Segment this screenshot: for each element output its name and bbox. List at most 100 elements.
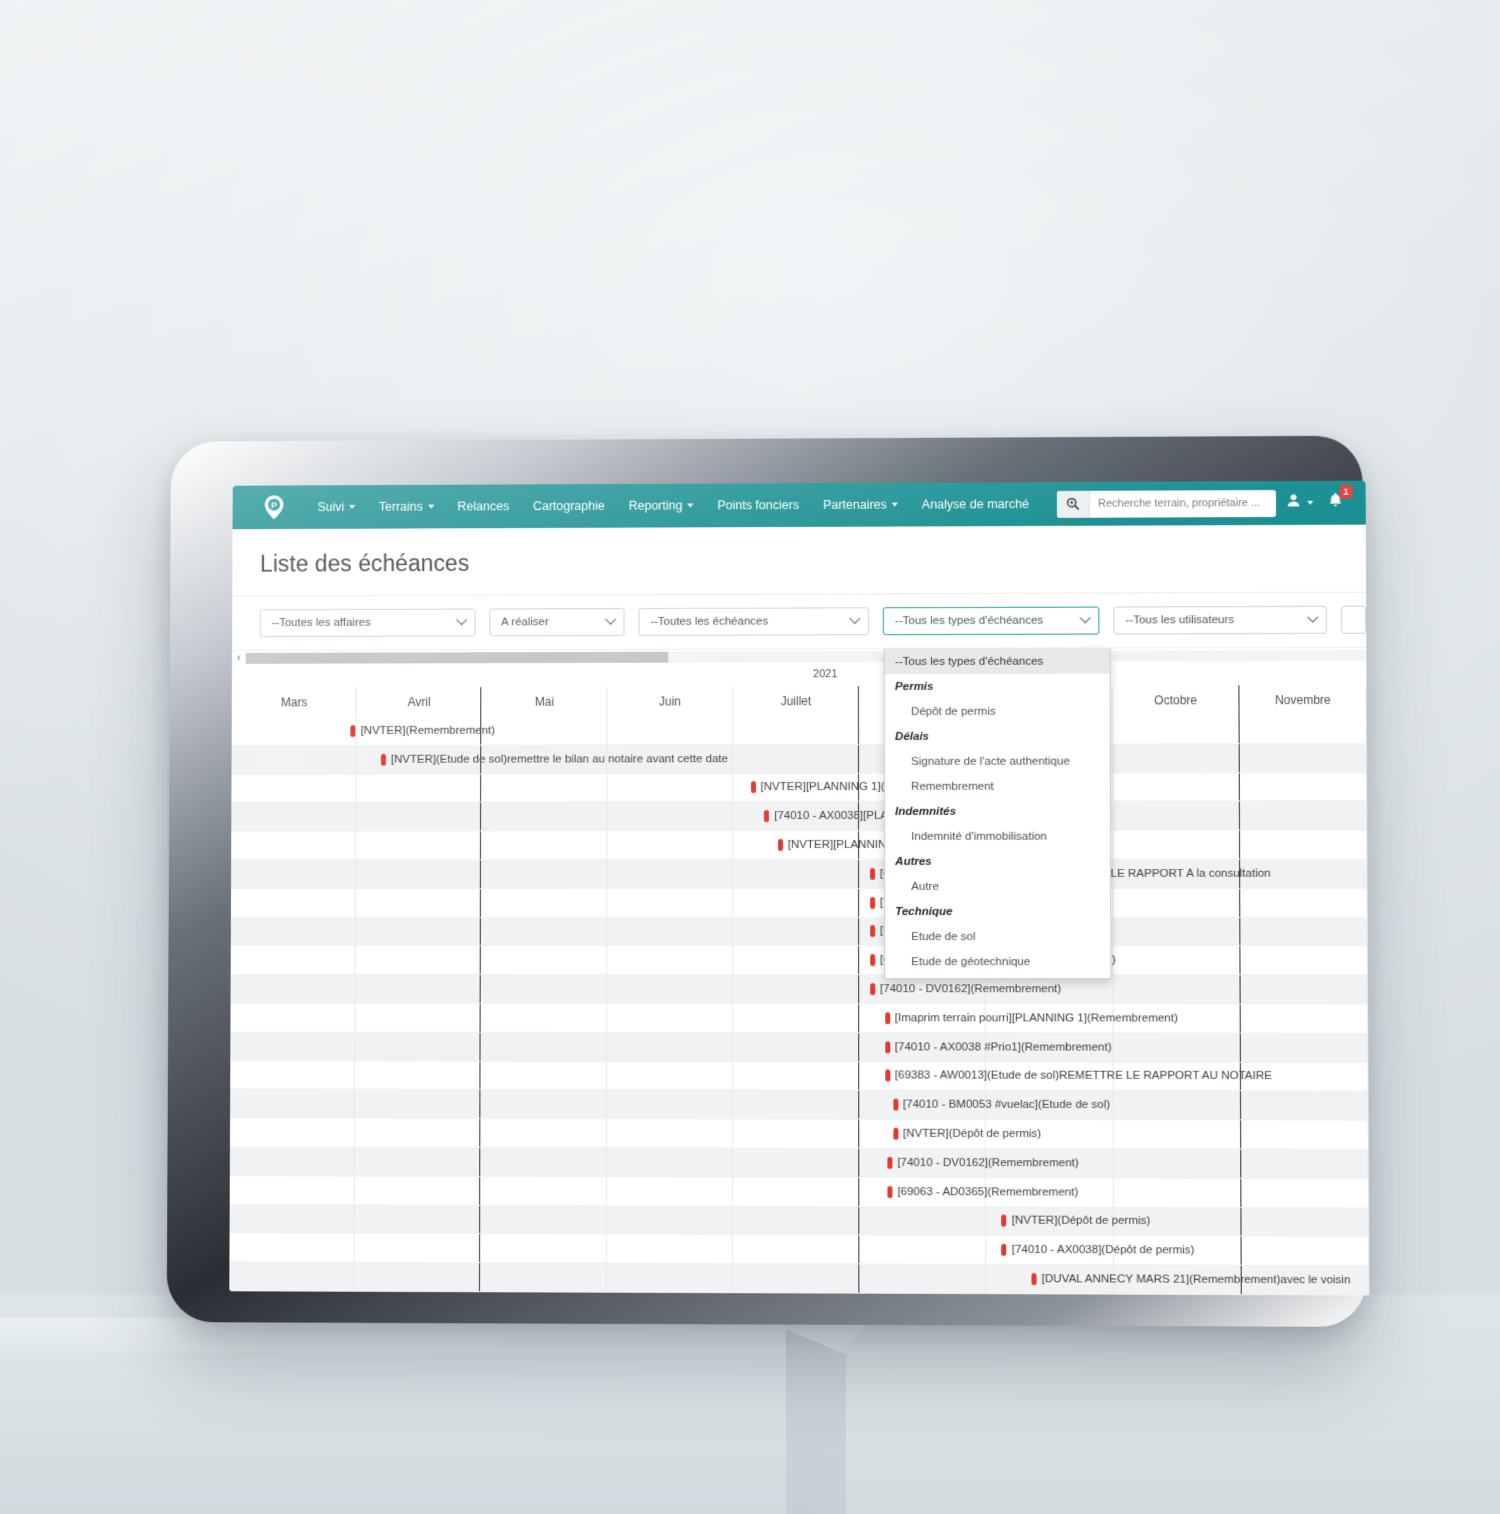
timeline-row[interactable]: [69063 - AD0365](Remembrement) — [229, 1176, 1370, 1209]
nav-item-cartographie[interactable]: Cartographie — [521, 493, 617, 519]
timeline-row[interactable]: [NVTER](Etude de sol)(Remembrement) — [230, 917, 1368, 947]
scrollbar-thumb[interactable] — [245, 651, 669, 664]
timeline-task[interactable]: [NVTER](Etude de sol)remettre le bilan a… — [381, 753, 728, 766]
grid-col — [732, 1004, 860, 1033]
nav-label: Partenaires — [822, 497, 887, 512]
chevron-down-icon — [455, 614, 468, 626]
grid-col — [481, 975, 607, 1003]
dropdown-option-signature-acte-authentique[interactable]: Signature de l'acte authentique — [885, 749, 1110, 774]
timeline-row[interactable]: [74010 - DV0162](Remembrement) — [229, 1147, 1369, 1179]
timeline-row[interactable]: [NVTER][PLANNING 1](Remembrement) — [231, 772, 1368, 804]
dropdown-option-all[interactable]: --Tous les types d'échéances — [884, 648, 1110, 675]
timeline-row[interactable]: [74010 - AX0038][PLANNING 1](Remembremen… — [231, 801, 1368, 832]
grid-col — [480, 1090, 607, 1119]
timeline-row[interactable]: [NVTER](Etude de sol)remettre le bilan a… — [231, 743, 1368, 775]
dropdown-option-etude-de-sol[interactable]: Etude de sol — [885, 924, 1110, 949]
grid-col — [1112, 715, 1240, 744]
filter-echeances-select[interactable]: --Toutes les échéances — [638, 607, 869, 636]
timeline-task[interactable]: [NVTER](Dépôt de permis) — [892, 1127, 1041, 1140]
nav-item-suivi[interactable]: Suivi — [306, 494, 367, 520]
page-title: Liste des échéances — [259, 550, 470, 577]
page-content: Liste des échéances --Toutes les affaire… — [229, 524, 1370, 1296]
grid-col — [231, 717, 357, 745]
timeline-task[interactable]: [NVTER](Dépôt de permis) — [1001, 1214, 1150, 1228]
timeline-row[interactable]: [74010 - AX0038 #Prio1](Remembrement) — [230, 888, 1368, 918]
timeline-row[interactable]: [69383 - AW0013](Etude de sol)REMETTRE L… — [230, 1061, 1369, 1092]
nav-item-partenaires[interactable]: Partenaires — [811, 492, 910, 518]
map-pin-p-logo-icon[interactable]: P — [260, 493, 288, 521]
timeline-task[interactable]: [69383 - AW0013](Etude de sol)REMETTRE L… — [884, 1069, 1272, 1083]
filter-extra-select[interactable] — [1341, 605, 1367, 634]
grid-col — [229, 1176, 356, 1205]
nav-item-relances[interactable]: Relances — [446, 493, 522, 519]
dropdown-option-etude-de-geotechnique[interactable]: Etude de géotechnique — [885, 949, 1110, 974]
task-marker-icon — [892, 1127, 898, 1140]
grid-col — [481, 773, 608, 802]
timeline-row[interactable]: [69383 - AW0013](Indemnité d'immobilisat… — [230, 946, 1368, 976]
grid-col — [355, 1032, 481, 1061]
timeline-row[interactable]: [74010 - BM0053 #vuelac](Etude de sol) — [230, 1089, 1369, 1121]
timeline-row[interactable]: [74010 - DV0162](Remembrement) — [230, 974, 1369, 1005]
grid-col — [355, 1118, 481, 1147]
timeline-task[interactable]: [DUVAL ANNECY MARS 21](Remembrement)avec… — [1031, 1273, 1350, 1286]
notifications-button[interactable]: 1 — [1327, 484, 1353, 514]
timeline-row[interactable]: [NVTER](Dépôt de permis) — [229, 1204, 1370, 1238]
scroll-left-icon[interactable]: ‹ — [232, 653, 246, 664]
user-menu[interactable] — [1286, 493, 1314, 513]
grid-col — [607, 773, 733, 802]
nav-item-reporting[interactable]: Reporting — [617, 493, 706, 519]
timeline-row[interactable]: [69383 - AW0013](Etude de sol)REMETTRE L… — [231, 859, 1368, 889]
task-marker-icon — [869, 925, 875, 938]
task-label: [NVTER](Remembrement) — [360, 724, 496, 737]
grid-col — [1113, 1178, 1242, 1207]
timeline-row[interactable]: [NVTER](Remembrement) — [231, 714, 1367, 746]
timeline-task[interactable]: [74010 - AX0038](Dépôt de permis) — [1001, 1243, 1195, 1257]
nav-item-points-fonciers[interactable]: Points fonciers — [705, 492, 811, 518]
nav-item-terrains[interactable]: Terrains — [367, 494, 446, 520]
timeline-task[interactable]: [74010 - BM0053 #vuelac](Etude de sol) — [892, 1098, 1110, 1111]
search-input[interactable] — [1089, 489, 1277, 518]
grid-col — [732, 744, 860, 773]
grid-col — [355, 946, 482, 975]
month-label-mai: Mai — [534, 694, 555, 709]
filter-utilisateurs-select[interactable]: --Tous les utilisateurs — [1113, 605, 1328, 635]
dropdown-option-indemnite-immobilisation[interactable]: Indemnité d'immobilisation — [885, 824, 1110, 849]
timeline-task[interactable]: [Imaprim terrain pourri][PLANNING 1](Rem… — [884, 1012, 1178, 1024]
timeline-task[interactable]: [74010 - DV0162](Remembrement) — [870, 983, 1061, 995]
row-grid-lines — [229, 1176, 1370, 1208]
timeline-task[interactable]: [74010 - DV0162](Remembrement) — [887, 1156, 1079, 1169]
dropdown-option-remembrement[interactable]: Remembrement — [885, 774, 1110, 799]
grid-col — [1240, 1120, 1369, 1149]
grid-col — [1112, 772, 1240, 802]
search-zoom-icon[interactable] — [1056, 490, 1091, 518]
filter-types-select[interactable]: --Tous les types d'échéances --Tous les … — [882, 606, 1112, 980]
dropdown-option-depot-de-permis[interactable]: Dépôt de permis — [885, 698, 1110, 723]
timeline-row[interactable]: [NVTER][PLANNING 1](Remembrement) — [231, 830, 1368, 861]
grid-col — [607, 802, 733, 831]
scrollbar-track[interactable] — [245, 649, 1367, 664]
grid-col — [732, 1206, 860, 1235]
timeline-row[interactable]: [DUVAL ANNECY MARS 21](Remembrement)avec… — [229, 1262, 1370, 1296]
filter-statut-value: A réaliser — [501, 616, 549, 629]
grid-col — [481, 831, 608, 860]
row-grid-lines — [230, 974, 1369, 1004]
timeline-row[interactable]: [Imaprim terrain pourri][PLANNING 1](Rem… — [230, 1003, 1369, 1034]
dropdown-option-autre[interactable]: Autre — [885, 874, 1110, 899]
timeline-year-label: 2021 — [812, 668, 838, 681]
timeline-row[interactable]: [74010 - AX0038](Dépôt de permis) — [229, 1233, 1370, 1267]
grid-col — [1240, 1004, 1369, 1033]
nav-item-analyse-de-marche[interactable]: Analyse de marché — [910, 491, 1041, 517]
grid-col — [859, 1206, 987, 1235]
timeline-row[interactable]: [NVTER](Dépôt de permis) — [229, 1118, 1369, 1150]
timeline-row[interactable]: [74010 - AX0038 #Prio1](Remembrement) — [230, 1032, 1369, 1063]
filter-affaires-select[interactable]: --Toutes les affaires — [259, 608, 476, 638]
timeline-task[interactable]: [69063 - AD0365](Remembrement) — [887, 1185, 1078, 1198]
timeline-task[interactable]: [NVTER](Remembrement) — [350, 724, 496, 737]
timeline-task[interactable]: [74010 - AX0038 #Prio1](Remembrement) — [884, 1040, 1112, 1053]
task-label: [74010 - AX0038](Dépôt de permis) — [1011, 1244, 1195, 1257]
grid-col — [480, 1032, 607, 1061]
chevron-down-icon — [604, 613, 617, 625]
row-grid-lines — [230, 1032, 1369, 1062]
grid-col — [606, 1032, 733, 1061]
filter-statut-select[interactable]: A réaliser — [489, 608, 625, 637]
